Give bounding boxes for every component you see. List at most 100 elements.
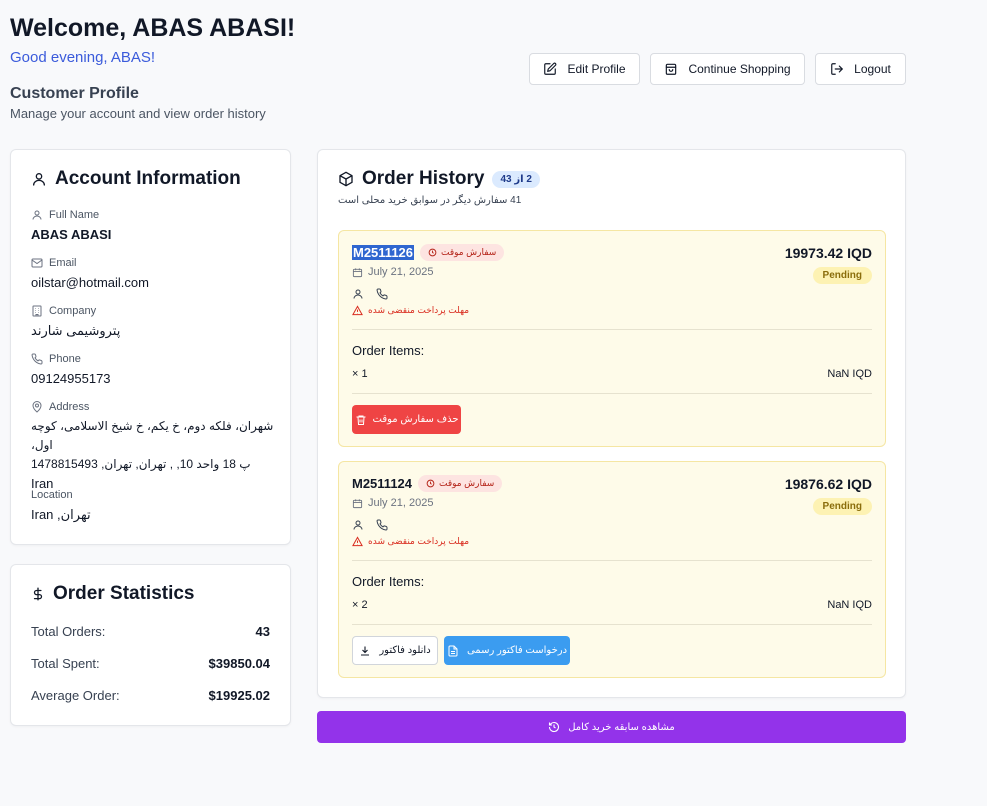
- total-orders-row: Total Orders: 43: [31, 624, 270, 639]
- edit-profile-label: Edit Profile: [567, 62, 626, 76]
- logout-icon: [830, 62, 844, 76]
- user-icon: [352, 519, 364, 531]
- temporary-order-label: سفارش موقت: [439, 478, 495, 488]
- company-field: Company پتروشیمی شارند: [31, 305, 120, 340]
- item-quantity: × 1: [352, 368, 368, 380]
- address-line-2: پ 18 واحد 10, , تهران, تهران, 1478815493: [31, 457, 251, 471]
- total-orders-label: Total Orders:: [31, 624, 106, 639]
- order-id: M2511126: [352, 245, 415, 260]
- temporary-order-label: سفارش موقت: [441, 247, 497, 257]
- dollar-icon: [31, 586, 45, 602]
- package-icon: [338, 171, 354, 187]
- full-name-field: Full Name ABAS ABASI: [31, 209, 111, 244]
- location-value: تهران, Iran: [31, 507, 91, 522]
- total-orders-value: 43: [255, 624, 270, 639]
- order-history-title: Order History 2 از 43: [338, 168, 540, 190]
- user-icon: [31, 209, 43, 221]
- payment-expired-text: مهلت پرداخت منقضی شده: [368, 305, 470, 315]
- order-history-note: 41 سفارش دیگر در سوابق خرید محلی است: [338, 195, 522, 206]
- trash-icon: [355, 414, 367, 426]
- order-items-title: Order Items:: [352, 574, 425, 589]
- calendar-icon: [352, 267, 363, 278]
- order-items-title: Order Items:: [352, 343, 425, 358]
- order-history-card: Order History 2 از 43 41 سفارش دیگر در س…: [317, 149, 906, 698]
- company-value: پتروشیمی شارند: [31, 323, 121, 338]
- view-full-history-button[interactable]: مشاهده سابقه خرید کامل: [317, 711, 906, 743]
- location-field: Location تهران, Iran: [31, 489, 91, 524]
- logout-button[interactable]: Logout: [815, 53, 906, 85]
- phone-icon: [376, 288, 388, 300]
- payment-expired-notice: مهلت پرداخت منقضی شده: [352, 536, 469, 547]
- payment-expired-text: مهلت پرداخت منقضی شده: [368, 536, 470, 546]
- order-date-text: July 21, 2025: [368, 266, 434, 278]
- account-information-title: Account Information: [31, 168, 241, 190]
- order-statistics-title: Order Statistics: [31, 583, 195, 605]
- average-order-row: Average Order: $19925.02: [31, 688, 270, 703]
- full-name-label: Full Name: [49, 209, 100, 221]
- shopping-bag-icon: [664, 62, 678, 76]
- account-title-text: Account Information: [55, 168, 241, 189]
- edit-profile-button[interactable]: Edit Profile: [529, 53, 640, 85]
- continue-shopping-label: Continue Shopping: [688, 62, 791, 76]
- order-card[interactable]: M2511126 سفارش موقت 19973.42 IQD Pending…: [338, 230, 886, 447]
- status-badge: Pending: [812, 267, 872, 284]
- total-spent-label: Total Spent:: [31, 656, 100, 671]
- order-count-badge: 2 از 43: [492, 170, 540, 188]
- user-icon: [31, 171, 47, 187]
- file-text-icon: [447, 645, 459, 657]
- item-price: NaN IQD: [827, 368, 872, 380]
- download-icon: [359, 645, 371, 657]
- order-history-title-text: Order History: [362, 168, 485, 189]
- history-icon: [548, 721, 560, 733]
- average-order-value: $19925.02: [208, 688, 270, 703]
- email-field: Email oilstar@hotmail.com: [31, 257, 149, 292]
- clock-icon: [426, 479, 435, 488]
- phone-field: Phone 09124955173: [31, 353, 111, 388]
- email-value: oilstar@hotmail.com: [31, 275, 149, 290]
- user-icon: [352, 288, 364, 300]
- delete-temporary-order-button[interactable]: حذف سفارش موقت: [352, 405, 461, 434]
- profile-title: Customer Profile: [10, 85, 139, 102]
- phone-icon: [376, 519, 388, 531]
- company-label: Company: [49, 305, 97, 317]
- address-line-1: شهران، فلکه دوم، خ یکم، خ شیخ الاسلامی، …: [31, 419, 274, 452]
- warning-icon: [352, 536, 363, 547]
- clock-icon: [428, 248, 437, 257]
- email-label: Email: [49, 257, 77, 269]
- location-label: Location: [31, 489, 73, 501]
- order-price: 19973.42 IQD: [784, 245, 872, 261]
- total-spent-row: Total Spent: $39850.04: [31, 656, 270, 671]
- order-statistics-card: Order Statistics Total Orders: 43 Total …: [10, 564, 291, 726]
- phone-icon: [31, 353, 43, 365]
- phone-value: 09124955173: [31, 371, 111, 386]
- order-date-text: July 21, 2025: [368, 497, 434, 509]
- total-spent-value: $39850.04: [208, 656, 270, 671]
- request-official-invoice-label: درخواست فاکتور رسمی: [466, 645, 568, 656]
- download-invoice-button[interactable]: دانلود فاکتور: [352, 636, 438, 665]
- map-pin-icon: [31, 401, 43, 413]
- divider: [352, 329, 872, 330]
- order-card[interactable]: M2511124 سفارش موقت 19876.62 IQD Pending…: [338, 461, 886, 678]
- address-label: Address: [49, 401, 90, 413]
- divider: [352, 624, 872, 625]
- continue-shopping-button[interactable]: Continue Shopping: [650, 53, 805, 85]
- page-title: Welcome, ABAS ABASI!: [10, 14, 296, 42]
- edit-icon: [543, 62, 557, 76]
- calendar-icon: [352, 498, 363, 509]
- delete-temporary-order-label: حذف سفارش موقت: [372, 414, 459, 425]
- request-official-invoice-button[interactable]: درخواست فاکتور رسمی: [444, 636, 570, 665]
- profile-subtitle: Manage your account and view order histo…: [10, 106, 266, 121]
- item-quantity: × 2: [352, 599, 368, 611]
- logout-label: Logout: [854, 62, 891, 76]
- view-full-history-label: مشاهده سابقه خرید کامل: [568, 721, 675, 733]
- warning-icon: [352, 305, 363, 316]
- status-badge: Pending: [812, 498, 872, 515]
- full-name-value: ABAS ABASI: [31, 227, 112, 242]
- greeting-text: Good evening, ABAS!: [10, 49, 156, 66]
- temporary-order-badge: سفارش موقت: [420, 244, 505, 261]
- item-price: NaN IQD: [827, 599, 872, 611]
- order-date: July 21, 2025: [352, 497, 433, 509]
- order-price: 19876.62 IQD: [784, 476, 872, 492]
- mail-icon: [31, 257, 43, 269]
- order-id: M2511124: [352, 476, 413, 491]
